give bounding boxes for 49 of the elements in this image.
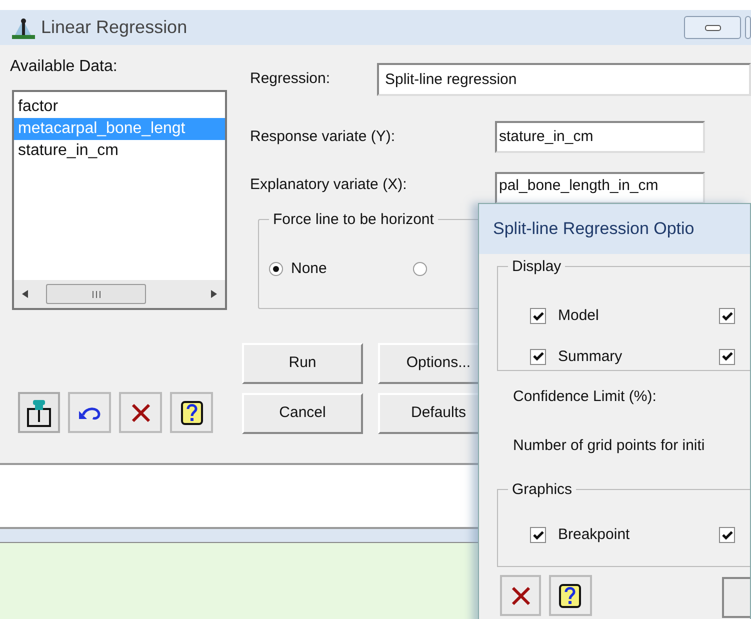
- dialog-button[interactable]: Run: [242, 343, 363, 384]
- window-title: Linear Regression: [41, 16, 188, 39]
- close-icon: [130, 402, 150, 422]
- available-data-label: Available Data:: [10, 57, 118, 77]
- pin-button[interactable]: [18, 392, 60, 433]
- radio-label: None: [291, 259, 327, 279]
- help-button[interactable]: [170, 392, 213, 433]
- radio-button[interactable]: [413, 262, 427, 276]
- scroll-thumb[interactable]: [46, 284, 146, 304]
- undo-button[interactable]: [68, 392, 111, 433]
- explanatory-variate-field[interactable]: pal_bone_length_in_cm: [495, 172, 705, 204]
- grid-points-label: Number of grid points for initi: [513, 437, 705, 454]
- pin-icon: [26, 398, 52, 426]
- list-item[interactable]: stature_in_cm: [14, 140, 225, 162]
- response-variate-label: Response variate (Y):: [250, 126, 396, 147]
- regression-combobox[interactable]: Split-line regression: [377, 63, 751, 96]
- scroll-left-icon: [22, 290, 28, 298]
- checkbox-label: Summary: [558, 346, 622, 366]
- response-variate-field[interactable]: stature_in_cm: [495, 121, 705, 153]
- close-icon: [510, 586, 531, 606]
- dialog-button[interactable]: [722, 577, 750, 618]
- undo-icon: [78, 404, 102, 420]
- explanatory-variate-label: Explanatory variate (X):: [250, 175, 408, 195]
- app-icon: [12, 16, 35, 38]
- dialog-button[interactable]: Cancel: [242, 393, 363, 434]
- list-item[interactable]: factor: [14, 96, 225, 118]
- minimize-button[interactable]: [684, 16, 741, 39]
- regression-label: Regression:: [250, 69, 332, 90]
- scroll-right-icon: [211, 290, 217, 298]
- checkbox[interactable]: [530, 348, 546, 365]
- minimize-icon: [704, 24, 720, 30]
- checkbox[interactable]: [530, 308, 546, 324]
- checkbox-label: Model: [558, 306, 599, 326]
- data-listbox[interactable]: factor metacarpal_bone_lengt stature_in_cm: [12, 90, 227, 310]
- delete-button[interactable]: [119, 392, 162, 433]
- delete-button[interactable]: [500, 575, 542, 616]
- help-icon: [559, 584, 582, 608]
- horizontal-scrollbar[interactable]: [14, 280, 225, 308]
- dialog-title: Split-line Regression Optio: [493, 218, 694, 240]
- help-button[interactable]: [549, 575, 592, 616]
- checkbox[interactable]: [719, 348, 735, 365]
- checkbox-label: Breakpoint: [558, 525, 630, 545]
- checkbox[interactable]: [530, 527, 546, 544]
- help-icon: [180, 400, 202, 424]
- checkbox[interactable]: [719, 308, 735, 324]
- radio-button[interactable]: [269, 262, 283, 276]
- checkbox[interactable]: [719, 527, 735, 544]
- confidence-limit-label: Confidence Limit (%):: [513, 388, 656, 405]
- grip-icon: [92, 290, 100, 298]
